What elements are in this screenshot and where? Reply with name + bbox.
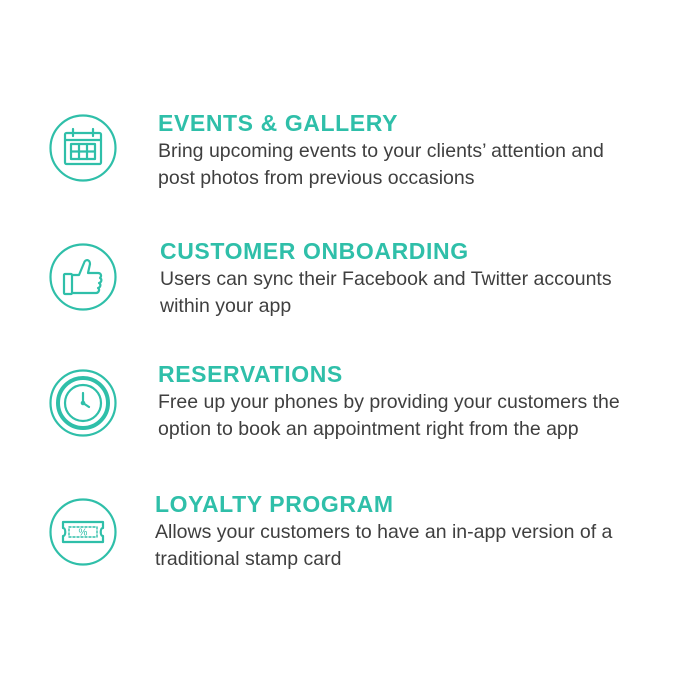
calendar-icon <box>48 113 118 183</box>
feature-text: EVENTS & GALLERY Bring upcoming events t… <box>158 110 638 192</box>
feature-text: CUSTOMER ONBOARDING Users can sync their… <box>160 238 640 320</box>
feature-description: Allows your customers to have an in-app … <box>155 521 613 570</box>
feature-title: CUSTOMER ONBOARDING <box>160 238 469 264</box>
feature-text: LOYALTY PROGRAM Allows your customers to… <box>155 491 635 573</box>
feature-description: Users can sync their Facebook and Twitte… <box>160 268 612 317</box>
feature-title: RESERVATIONS <box>158 361 343 387</box>
coupon-icon: % <box>48 497 118 567</box>
feature-description: Bring upcoming events to your clients’ a… <box>158 140 604 189</box>
feature-title: LOYALTY PROGRAM <box>155 491 394 517</box>
feature-text: RESERVATIONS Free up your phones by prov… <box>158 361 628 443</box>
feature-description: Free up your phones by providing your cu… <box>158 391 620 440</box>
thumbs-up-icon <box>48 242 118 312</box>
feature-title: EVENTS & GALLERY <box>158 110 399 136</box>
coupon-symbol: % <box>79 528 88 539</box>
clock-icon <box>48 368 118 438</box>
